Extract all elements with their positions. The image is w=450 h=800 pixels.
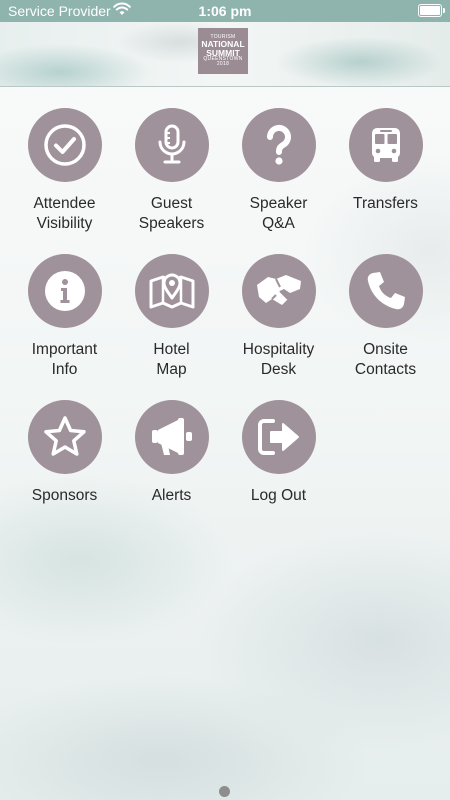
menu-item-hotel-map[interactable]: Hotel Map [118, 254, 225, 380]
page-indicator-dot[interactable] [219, 786, 230, 797]
logo-year: 2018 [216, 61, 230, 67]
menu-item-important-info[interactable]: Important Info [11, 254, 118, 380]
menu-item-guest-speakers[interactable]: Guest Speakers [118, 108, 225, 234]
menu-item-label: Sponsors [31, 487, 98, 504]
microphone-icon [158, 124, 185, 164]
menu-item-log-out[interactable]: Log Out [225, 400, 332, 506]
menu-item-label: Speaker Q&A [249, 195, 308, 232]
menu-item-attendee-visibility[interactable]: Attendee Visibility [11, 108, 118, 234]
summit-logo: TOURISM NATIONAL SUMMIT QUEENSTOWN 2018 [198, 28, 248, 74]
battery-icon [418, 4, 445, 17]
menu-item-label: Alerts [151, 487, 192, 504]
question-mark-icon [266, 124, 291, 165]
menu-item-sponsors[interactable]: Sponsors [11, 400, 118, 506]
menu-item-label: Guest Speakers [138, 195, 205, 232]
menu-item-speaker-qa[interactable]: Speaker Q&A [225, 108, 332, 234]
status-time: 1:06 pm [198, 3, 252, 19]
menu-item-label: Transfers [353, 195, 418, 212]
menu-item-label: Attendee Visibility [33, 195, 96, 232]
megaphone-icon [151, 418, 192, 455]
phone-icon [367, 272, 405, 310]
menu-item-hospitality-desk[interactable]: Hospitality Desk [225, 254, 332, 380]
menu-item-label: Hospitality Desk [242, 341, 315, 378]
handshake-icon [256, 275, 301, 305]
star-icon [43, 416, 86, 456]
menu-item-transfers[interactable]: Transfers [332, 108, 439, 214]
menu-item-label: Important Info [31, 341, 98, 378]
bus-icon [371, 128, 400, 162]
menu-item-label: Onsite Contacts [354, 341, 417, 378]
status-bar: Service Provider 1:06 pm [0, 0, 450, 22]
menu-item-label: Log Out [250, 487, 307, 504]
menu-item-onsite-contacts[interactable]: Onsite Contacts [332, 254, 439, 380]
menu-item-label: Hotel Map [153, 341, 190, 378]
check-circle-icon [43, 124, 86, 166]
info-icon [44, 271, 85, 311]
logout-icon [257, 419, 299, 455]
menu-item-alerts[interactable]: Alerts [118, 400, 225, 506]
map-pin-icon [149, 273, 194, 309]
